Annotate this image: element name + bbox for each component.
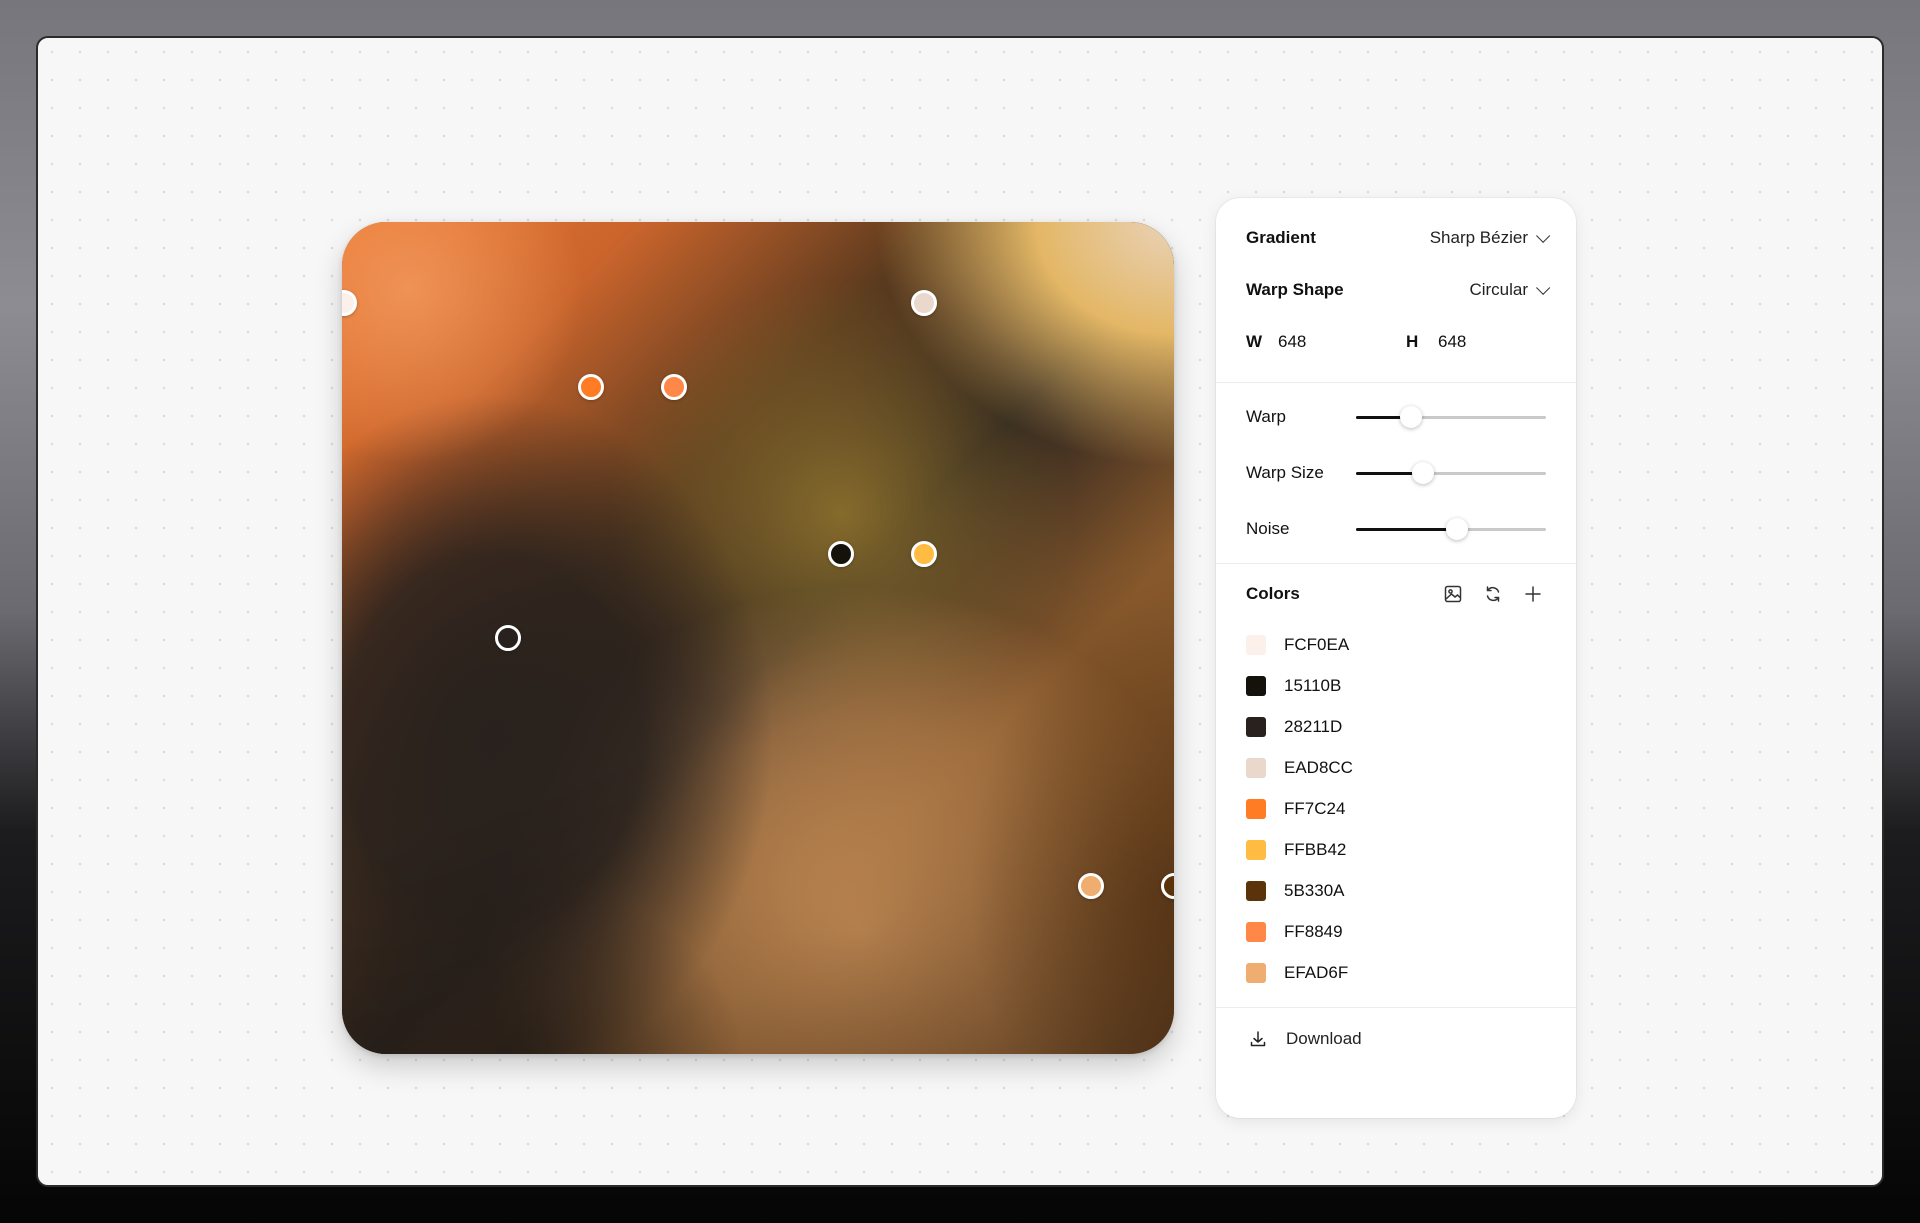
refresh-icon[interactable] <box>1480 581 1506 607</box>
color-swatch[interactable] <box>1246 839 1266 860</box>
color-hex: EFAD6F <box>1284 962 1349 982</box>
color-row[interactable]: FFBB42 <box>1246 829 1546 870</box>
colors-header: Colors <box>1246 564 1546 624</box>
colors-section: Colors FCF0EA 15110B 28211D EAD8CC FF7C2… <box>1216 564 1576 1008</box>
control-point[interactable] <box>1078 873 1104 899</box>
color-row[interactable]: FF7C24 <box>1246 788 1546 829</box>
warp-shape-dropdown[interactable]: Circular <box>1469 280 1551 300</box>
color-swatch[interactable] <box>1246 757 1266 778</box>
color-hex: 15110B <box>1284 675 1342 695</box>
color-hex: FF7C24 <box>1284 798 1346 818</box>
download-icon <box>1250 1031 1266 1047</box>
download-label: Download <box>1286 1029 1362 1048</box>
color-swatch[interactable] <box>1246 675 1266 696</box>
width-label: W <box>1246 332 1263 351</box>
chevron-down-icon <box>1536 280 1551 295</box>
colors-label: Colors <box>1246 584 1300 603</box>
noise-slider-row: Noise <box>1246 501 1546 557</box>
warp-label: Warp <box>1246 407 1286 426</box>
gradient-type-value: Sharp Bézier <box>1429 228 1528 247</box>
color-hex: 28211D <box>1284 716 1343 736</box>
color-list: FCF0EA 15110B 28211D EAD8CC FF7C24 FFBB42 5B33… <box>1246 624 1546 993</box>
warp-shape-row: Warp Shape Circular <box>1246 264 1551 316</box>
download-button[interactable]: Download <box>1216 1008 1576 1070</box>
warp-size-slider[interactable] <box>1356 462 1546 484</box>
height-input[interactable] <box>1438 332 1528 352</box>
app-window: Gradient Sharp Bézier Warp Shape Circula… <box>36 36 1884 1187</box>
gradient-settings-section: Gradient Sharp Bézier Warp Shape Circula… <box>1216 198 1576 383</box>
noise-slider[interactable] <box>1356 518 1546 540</box>
slider-thumb[interactable] <box>1400 406 1423 428</box>
color-swatch[interactable] <box>1246 962 1266 983</box>
color-swatch[interactable] <box>1246 634 1266 655</box>
gradient-layer <box>342 222 1174 1054</box>
image-icon[interactable] <box>1440 581 1466 607</box>
chevron-down-icon <box>1536 228 1551 243</box>
size-row: W H <box>1246 316 1546 368</box>
color-row[interactable]: 28211D <box>1246 706 1546 747</box>
gradient-label: Gradient <box>1246 228 1316 247</box>
color-hex: FF8849 <box>1284 921 1343 941</box>
settings-panel: Gradient Sharp Bézier Warp Shape Circula… <box>1216 198 1576 1118</box>
color-hex: EAD8CC <box>1284 757 1353 777</box>
gradient-canvas[interactable] <box>342 222 1174 1054</box>
warp-slider[interactable] <box>1356 406 1546 428</box>
warp-size-label: Warp Size <box>1246 463 1324 482</box>
plus-icon[interactable] <box>1520 581 1546 607</box>
color-swatch[interactable] <box>1246 921 1266 942</box>
color-hex: 5B330A <box>1284 880 1345 900</box>
color-row[interactable]: EAD8CC <box>1246 747 1546 788</box>
warp-shape-value: Circular <box>1469 280 1528 299</box>
color-row[interactable]: 5B330A <box>1246 870 1546 911</box>
noise-label: Noise <box>1246 519 1290 538</box>
color-row[interactable]: EFAD6F <box>1246 952 1546 993</box>
width-input[interactable] <box>1278 332 1406 352</box>
color-row[interactable]: FF8849 <box>1246 911 1546 952</box>
color-hex: FFBB42 <box>1284 839 1347 859</box>
control-point[interactable] <box>911 541 937 567</box>
color-row[interactable]: 15110B <box>1246 665 1546 706</box>
slider-thumb[interactable] <box>1411 462 1434 484</box>
color-swatch[interactable] <box>1246 716 1266 737</box>
warp-slider-row: Warp <box>1246 389 1546 445</box>
color-swatch[interactable] <box>1246 798 1266 819</box>
slider-fill <box>1356 527 1457 531</box>
gradient-row: Gradient Sharp Bézier <box>1246 212 1551 264</box>
gradient-type-dropdown[interactable]: Sharp Bézier <box>1429 228 1551 248</box>
colors-actions <box>1426 581 1546 607</box>
control-point[interactable] <box>828 541 854 567</box>
height-label: H <box>1406 332 1419 351</box>
control-point[interactable] <box>578 374 604 400</box>
control-point[interactable] <box>911 290 937 316</box>
slider-thumb[interactable] <box>1445 518 1468 540</box>
color-hex: FCF0EA <box>1284 634 1350 654</box>
color-swatch[interactable] <box>1246 880 1266 901</box>
warp-shape-label: Warp Shape <box>1246 280 1344 299</box>
control-point[interactable] <box>661 374 687 400</box>
warp-size-slider-row: Warp Size <box>1246 445 1546 501</box>
control-point[interactable] <box>495 625 521 651</box>
sliders-section: Warp Warp Size Noise <box>1216 383 1576 564</box>
color-row[interactable]: FCF0EA <box>1246 624 1546 665</box>
